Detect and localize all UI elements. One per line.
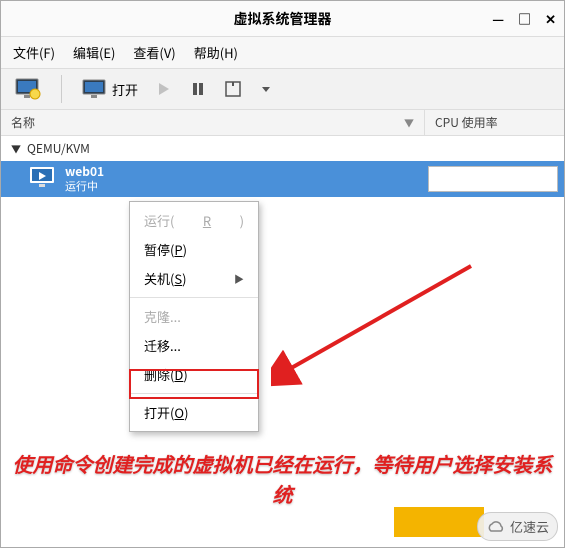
ctx-clone[interactable]: 克隆... — [130, 302, 258, 331]
pause-button[interactable] — [186, 79, 210, 99]
ctx-run[interactable]: 运行(R) — [130, 206, 258, 235]
toolbar: 打开 — [1, 69, 564, 110]
cpu-usage-graph — [428, 166, 558, 192]
shutdown-icon — [224, 80, 242, 98]
pause-icon — [190, 81, 206, 97]
ctx-delete[interactable]: 删除(D) — [130, 360, 258, 389]
header-cpu[interactable]: CPU 使用率 — [424, 110, 564, 135]
vm-icon — [29, 166, 55, 192]
menu-file[interactable]: 文件(F) — [13, 43, 55, 62]
close-button[interactable]: ✕ — [545, 9, 556, 28]
vm-row[interactable]: web01 运行中 — [1, 161, 564, 197]
watermark-badge — [394, 507, 484, 537]
ctx-open[interactable]: 打开(O) — [130, 398, 258, 427]
titlebar: 虚拟系统管理器 — □ ✕ — [1, 1, 564, 37]
toolbar-separator — [61, 75, 62, 103]
connection-row[interactable]: ▼ QEMU/KVM — [1, 136, 564, 161]
menu-divider — [130, 393, 258, 394]
monitor-running-icon — [29, 166, 55, 188]
chevron-down-icon — [260, 83, 272, 95]
new-vm-button[interactable] — [11, 76, 45, 102]
cloud-icon — [486, 520, 506, 534]
column-headers: 名称 ▼ CPU 使用率 — [1, 110, 564, 136]
open-button-label: 打开 — [112, 80, 138, 99]
menu-edit[interactable]: 编辑(E) — [73, 43, 115, 62]
monitor-new-icon — [15, 78, 41, 100]
menu-view[interactable]: 查看(V) — [133, 43, 175, 62]
watermark: 亿速云 — [477, 512, 558, 541]
shutdown-dropdown[interactable] — [256, 81, 276, 97]
play-button[interactable] — [152, 79, 176, 99]
connection-label: QEMU/KVM — [27, 140, 90, 157]
menubar: 文件(F) 编辑(E) 查看(V) 帮助(H) — [1, 37, 564, 69]
submenu-arrow-icon: ▶ — [234, 271, 244, 286]
vm-state: 运行中 — [65, 180, 104, 193]
window-title: 虚拟系统管理器 — [234, 9, 332, 29]
menu-help[interactable]: 帮助(H) — [194, 43, 238, 62]
ctx-shutdown[interactable]: 关机(S)▶ — [130, 264, 258, 293]
header-name[interactable]: 名称 ▼ — [1, 110, 424, 135]
context-menu: 运行(R) 暂停(P) 关机(S)▶ 克隆... 迁移... 删除(D) 打开(… — [129, 201, 259, 432]
window-controls: — □ ✕ — [492, 9, 556, 28]
shutdown-button[interactable] — [220, 78, 246, 100]
annotation-caption: 使用命令创建完成的虚拟机已经在运行，等待用户选择安装系统 — [1, 451, 564, 511]
maximize-button[interactable]: □ — [518, 9, 531, 28]
expand-icon[interactable]: ▼ — [11, 141, 21, 156]
ctx-migrate[interactable]: 迁移... — [130, 331, 258, 360]
menu-divider — [130, 297, 258, 298]
monitor-icon — [82, 79, 106, 99]
ctx-pause[interactable]: 暂停(P) — [130, 235, 258, 264]
open-button[interactable]: 打开 — [78, 77, 142, 101]
play-icon — [156, 81, 172, 97]
sort-indicator-icon: ▼ — [404, 115, 414, 130]
minimize-button[interactable]: — — [492, 9, 504, 28]
